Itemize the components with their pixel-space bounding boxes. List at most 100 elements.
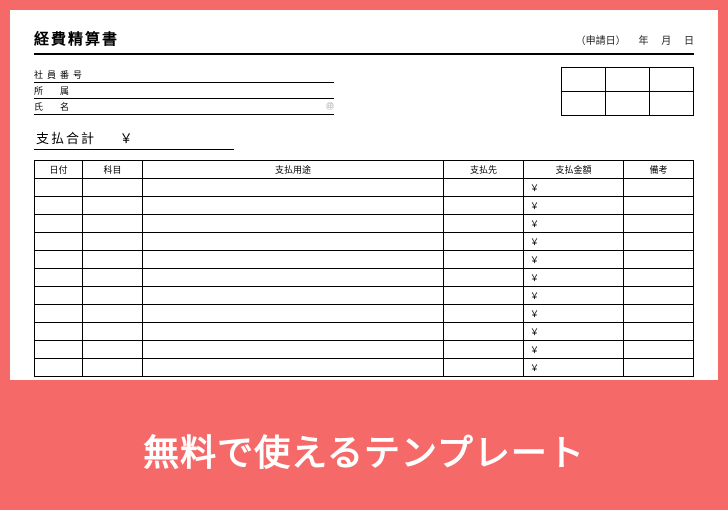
promo-banner: 無料で使えるテンプレート bbox=[0, 390, 728, 510]
application-date: （申請日） 年 月 日 bbox=[566, 32, 694, 47]
cell-note bbox=[624, 305, 694, 323]
cell-note bbox=[624, 341, 694, 359]
cell-amount: ￥ bbox=[524, 341, 624, 359]
cell-date bbox=[35, 323, 83, 341]
cell-date bbox=[35, 251, 83, 269]
cell-purpose bbox=[143, 215, 444, 233]
table-row: ￥ bbox=[35, 251, 694, 269]
stamp-cell bbox=[606, 92, 650, 116]
info-row: 社員番号 所 属 氏 名 ㊞ bbox=[34, 67, 694, 116]
cell-payee bbox=[444, 305, 524, 323]
cell-purpose bbox=[143, 197, 444, 215]
stamp-cell bbox=[650, 68, 694, 92]
cell-date bbox=[35, 233, 83, 251]
cell-subject bbox=[83, 179, 143, 197]
date-label: （申請日） bbox=[576, 36, 626, 47]
cell-date bbox=[35, 179, 83, 197]
cell-purpose bbox=[143, 287, 444, 305]
table-row: ￥ bbox=[35, 269, 694, 287]
cell-note bbox=[624, 251, 694, 269]
cell-amount: ￥ bbox=[524, 179, 624, 197]
header-purpose: 支払用途 bbox=[143, 161, 444, 179]
cell-amount: ￥ bbox=[524, 233, 624, 251]
cell-purpose bbox=[143, 359, 444, 377]
name-field: 氏 名 ㊞ bbox=[34, 99, 334, 115]
cell-amount: ￥ bbox=[524, 305, 624, 323]
stamp-cell bbox=[606, 68, 650, 92]
employee-id-label: 社員番号 bbox=[34, 68, 94, 81]
cell-payee bbox=[444, 341, 524, 359]
cell-payee bbox=[444, 179, 524, 197]
cell-subject bbox=[83, 215, 143, 233]
cell-note bbox=[624, 215, 694, 233]
cell-purpose bbox=[143, 305, 444, 323]
cell-date bbox=[35, 197, 83, 215]
cell-note bbox=[624, 359, 694, 377]
stamp-cell bbox=[562, 68, 606, 92]
cell-payee bbox=[444, 251, 524, 269]
cell-payee bbox=[444, 269, 524, 287]
cell-date bbox=[35, 341, 83, 359]
employee-info: 社員番号 所 属 氏 名 ㊞ bbox=[34, 67, 334, 115]
table-header-row: 日付 科目 支払用途 支払先 支払金額 備考 bbox=[35, 161, 694, 179]
cell-subject bbox=[83, 305, 143, 323]
banner-text: 無料で使えるテンプレート bbox=[143, 424, 585, 476]
cell-subject bbox=[83, 233, 143, 251]
cell-purpose bbox=[143, 341, 444, 359]
cell-subject bbox=[83, 197, 143, 215]
expense-report-document: 経費精算書 （申請日） 年 月 日 社員番号 所 属 氏 名 ㊞ 支払合計 bbox=[10, 10, 718, 380]
cell-amount: ￥ bbox=[524, 197, 624, 215]
cell-payee bbox=[444, 287, 524, 305]
table-row: ￥ bbox=[35, 323, 694, 341]
cell-purpose bbox=[143, 269, 444, 287]
date-year: 年 bbox=[638, 36, 648, 47]
cell-note bbox=[624, 179, 694, 197]
cell-subject bbox=[83, 359, 143, 377]
header-subject: 科目 bbox=[83, 161, 143, 179]
total-symbol: ￥ bbox=[120, 131, 135, 146]
department-label: 所 属 bbox=[34, 84, 94, 97]
table-row: ￥ bbox=[35, 215, 694, 233]
cell-subject bbox=[83, 323, 143, 341]
cell-date bbox=[35, 359, 83, 377]
table-row: ￥ bbox=[35, 287, 694, 305]
department-field: 所 属 bbox=[34, 83, 334, 99]
date-month: 月 bbox=[661, 36, 671, 47]
document-title: 経費精算書 bbox=[34, 28, 119, 49]
cell-subject bbox=[83, 269, 143, 287]
header-note: 備考 bbox=[624, 161, 694, 179]
stamp-cell bbox=[562, 92, 606, 116]
title-row: 経費精算書 （申請日） 年 月 日 bbox=[34, 28, 694, 49]
cell-date bbox=[35, 305, 83, 323]
cell-note bbox=[624, 287, 694, 305]
approval-stamp-grid bbox=[561, 67, 694, 116]
header-payee: 支払先 bbox=[444, 161, 524, 179]
title-divider bbox=[34, 53, 694, 55]
cell-subject bbox=[83, 341, 143, 359]
cell-purpose bbox=[143, 233, 444, 251]
total-label: 支払合計 bbox=[36, 131, 96, 146]
cell-purpose bbox=[143, 323, 444, 341]
cell-payee bbox=[444, 197, 524, 215]
cell-note bbox=[624, 233, 694, 251]
table-row: ￥ bbox=[35, 197, 694, 215]
table-row: ￥ bbox=[35, 359, 694, 377]
table-row: ￥ bbox=[35, 233, 694, 251]
cell-date bbox=[35, 215, 83, 233]
cell-purpose bbox=[143, 179, 444, 197]
cell-payee bbox=[444, 323, 524, 341]
cell-payee bbox=[444, 215, 524, 233]
stamp-cell bbox=[650, 92, 694, 116]
date-day: 日 bbox=[684, 36, 694, 47]
table-row: ￥ bbox=[35, 341, 694, 359]
payment-total: 支払合計 ￥ bbox=[34, 124, 234, 150]
cell-amount: ￥ bbox=[524, 269, 624, 287]
table-row: ￥ bbox=[35, 305, 694, 323]
cell-amount: ￥ bbox=[524, 215, 624, 233]
cell-subject bbox=[83, 287, 143, 305]
cell-note bbox=[624, 197, 694, 215]
cell-payee bbox=[444, 233, 524, 251]
cell-date bbox=[35, 269, 83, 287]
cell-amount: ￥ bbox=[524, 251, 624, 269]
seal-icon: ㊞ bbox=[326, 101, 334, 112]
